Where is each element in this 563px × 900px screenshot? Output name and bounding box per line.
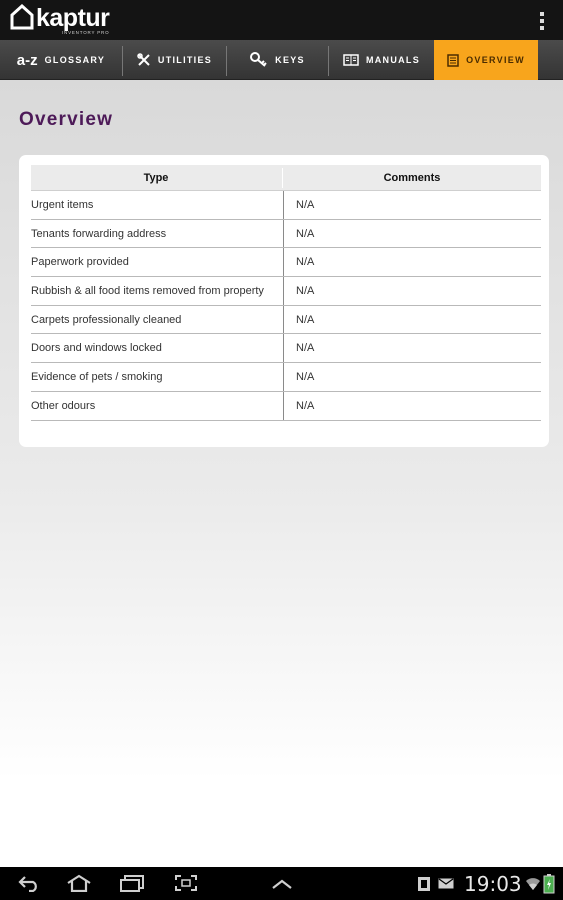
notification-icon bbox=[418, 877, 430, 891]
cell-comment: N/A bbox=[296, 371, 315, 384]
tab-keys[interactable]: KEYS bbox=[227, 40, 328, 80]
tab-utilities[interactable]: UTILITIES bbox=[123, 40, 226, 80]
screenshot-icon[interactable] bbox=[174, 874, 198, 892]
battery-icon bbox=[543, 874, 555, 894]
cell-type: Evidence of pets / smoking bbox=[31, 363, 284, 391]
tab-label: UTILITIES bbox=[157, 55, 213, 65]
table-row[interactable]: Other odours N/A bbox=[31, 391, 541, 421]
email-icon bbox=[438, 878, 454, 889]
status-clock: 19:03 bbox=[464, 872, 522, 896]
table-body: Urgent items N/A Tenants forwarding addr… bbox=[31, 191, 541, 421]
tab-label: KEYS bbox=[275, 55, 305, 65]
cell-comment: N/A bbox=[296, 399, 315, 412]
book-icon bbox=[343, 54, 359, 66]
main-content: Overview Type Comments Urgent items N/A … bbox=[0, 80, 563, 867]
cell-comment: N/A bbox=[296, 313, 315, 326]
tools-icon bbox=[137, 53, 151, 67]
cell-type: Doors and windows locked bbox=[31, 334, 284, 363]
logo-subtext: INVENTORY PRO bbox=[61, 30, 110, 35]
table-row[interactable]: Urgent items N/A bbox=[31, 191, 541, 220]
house-logo-icon bbox=[10, 4, 34, 30]
cell-comment: N/A bbox=[296, 285, 315, 298]
tab-overview[interactable]: OVERVIEW bbox=[434, 40, 538, 80]
table-row[interactable]: Rubbish & all food items removed from pr… bbox=[31, 277, 541, 306]
cell-type: Rubbish & all food items removed from pr… bbox=[31, 277, 284, 305]
wifi-icon bbox=[526, 878, 540, 890]
overflow-menu-icon[interactable] bbox=[539, 12, 545, 30]
a-z-icon: a-z bbox=[16, 51, 38, 69]
table-header: Type Comments bbox=[31, 165, 541, 191]
cell-type: Tenants forwarding address bbox=[31, 219, 284, 248]
document-icon bbox=[447, 53, 459, 67]
page-title: Overview bbox=[19, 109, 114, 130]
tab-label: OVERVIEW bbox=[466, 55, 525, 65]
cell-comment: N/A bbox=[296, 342, 315, 355]
tab-label: MANUALS bbox=[365, 55, 421, 65]
column-header-comments: Comments bbox=[383, 172, 441, 184]
system-nav-bar: 19:03 bbox=[0, 867, 563, 900]
column-header-type: Type bbox=[143, 172, 169, 184]
cell-comment: N/A bbox=[296, 256, 315, 269]
cell-comment: N/A bbox=[296, 199, 315, 211]
table-row[interactable]: Doors and windows locked N/A bbox=[31, 334, 541, 364]
table-row[interactable]: Carpets professionally cleaned N/A bbox=[31, 305, 541, 335]
tab-glossary[interactable]: a-z GLOSSARY bbox=[0, 40, 122, 80]
logo-wordmark: kaptur bbox=[36, 4, 110, 32]
cell-comment: N/A bbox=[296, 227, 315, 240]
overview-card: Type Comments Urgent items N/A Tenants f… bbox=[19, 155, 549, 447]
app-logo: kaptur INVENTORY PRO bbox=[10, 4, 110, 36]
tab-bar: a-z GLOSSARY UTILITIES KEYS MANUALS OVER… bbox=[0, 40, 563, 80]
cell-type: Paperwork provided bbox=[31, 248, 284, 277]
recent-apps-icon[interactable] bbox=[119, 874, 145, 892]
up-chevron-icon[interactable] bbox=[270, 878, 294, 890]
table-row[interactable]: Evidence of pets / smoking N/A bbox=[31, 363, 541, 392]
back-icon[interactable] bbox=[17, 874, 41, 892]
home-icon[interactable] bbox=[66, 874, 92, 892]
table-row[interactable]: Paperwork provided N/A bbox=[31, 248, 541, 278]
cell-type: Urgent items bbox=[31, 191, 284, 219]
app-bar: kaptur INVENTORY PRO bbox=[0, 0, 563, 40]
tab-manuals[interactable]: MANUALS bbox=[329, 40, 434, 80]
key-icon bbox=[250, 52, 268, 68]
cell-type: Other odours bbox=[31, 391, 284, 420]
cell-type: Carpets professionally cleaned bbox=[31, 305, 284, 334]
tab-label: GLOSSARY bbox=[44, 55, 106, 65]
table-row[interactable]: Tenants forwarding address N/A bbox=[31, 219, 541, 249]
